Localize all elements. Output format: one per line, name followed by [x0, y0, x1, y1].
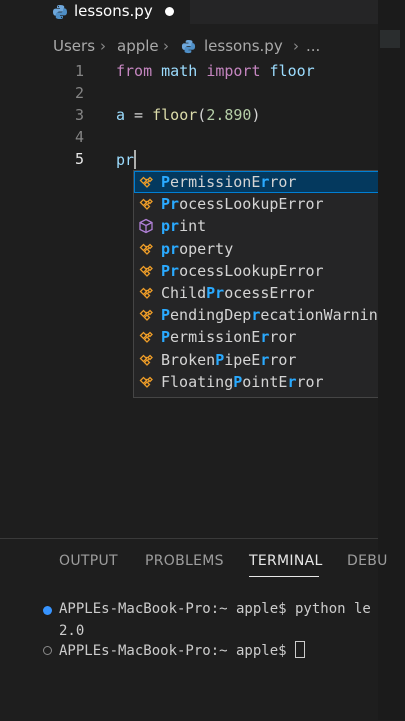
variable-a: a [116, 106, 126, 124]
class-icon [138, 352, 154, 368]
class-icon [138, 241, 154, 257]
suggestion-item[interactable]: BrokenPipeError [134, 349, 392, 371]
class-icon [138, 285, 154, 301]
suggestion-item[interactable]: PermissionError [134, 171, 392, 194]
line-number: 1 [74, 62, 84, 80]
terminal-cursor [295, 641, 306, 658]
active-tab-indicator [249, 576, 319, 577]
tab-output[interactable]: OUTPUT [59, 553, 118, 569]
suggestion-item[interactable]: FloatingPointError [134, 371, 392, 393]
line-number-active: 5 [74, 150, 84, 168]
suggestion-item[interactable]: PendingDeprecationWarning [134, 304, 392, 326]
autocomplete-list[interactable]: PermissionError ProcessLookupError print pr… [133, 170, 393, 398]
breadcrumb-users[interactable]: Users [53, 37, 95, 55]
command-pending-dot-icon[interactable] [43, 646, 52, 655]
imported-name: floor [269, 62, 315, 80]
suggestion-item[interactable]: property [134, 238, 392, 260]
breadcrumb-file[interactable]: lessons.py [204, 37, 283, 55]
breadcrumb-apple[interactable]: apple [117, 37, 159, 55]
line-number: 2 [74, 84, 84, 102]
suggestion-item[interactable]: ChildProcessError [134, 282, 392, 304]
paren-open: ( [197, 106, 207, 124]
tab-bar: lessons.py [0, 0, 378, 24]
line-number: 4 [74, 128, 84, 146]
chevron-right-icon: › [100, 37, 106, 55]
tab-problems[interactable]: PROBLEMS [145, 553, 224, 569]
suggestion-label: ProcessLookupError [161, 261, 324, 280]
line-number: 3 [74, 106, 84, 124]
tab-terminal[interactable]: TERMINAL [249, 553, 323, 569]
chevron-right-icon: › [163, 37, 169, 55]
number-literal: 2.890 [206, 106, 252, 124]
suggestion-label: FloatingPointError [161, 372, 324, 391]
function-call: floor [152, 106, 198, 124]
tab-label: lessons.py [74, 2, 153, 20]
terminal-prompt-line[interactable]: APPLEs-MacBook-Pro:~ apple$ [59, 641, 306, 659]
tab-debug-console[interactable]: DEBU [347, 553, 388, 569]
assign-operator: = [125, 106, 153, 124]
suggestion-item[interactable]: PermissionError [134, 326, 392, 348]
class-icon [138, 307, 154, 323]
module-name: math [161, 62, 198, 80]
code-line-3[interactable]: a = floor(2.890) [116, 106, 261, 124]
class-icon [138, 374, 154, 390]
suggestion-label: PermissionError [161, 173, 297, 191]
scrollbar-thumb[interactable] [380, 30, 400, 48]
vertical-scrollbar[interactable] [378, 0, 405, 720]
cube-icon [138, 218, 154, 234]
keyword-import: import [206, 62, 261, 80]
keyword-from: from [116, 62, 153, 80]
suggestion-item[interactable]: ProcessLookupError [134, 260, 392, 282]
class-icon [138, 329, 154, 345]
python-file-icon [181, 39, 196, 54]
unsaved-dot-icon[interactable] [165, 7, 174, 16]
typed-text: pr [116, 151, 135, 169]
suggestion-label: print [161, 217, 207, 236]
suggestion-label: ChildProcessError [161, 283, 315, 302]
command-success-dot-icon[interactable] [43, 606, 52, 615]
suggestion-label: PendingDeprecationWarning [161, 306, 387, 325]
class-icon [138, 263, 154, 279]
text-cursor [134, 150, 137, 169]
bottom-panel: OUTPUT PROBLEMS TERMINAL DEBU APPLEs-Mac… [0, 538, 387, 721]
terminal-output-line: 2.0 [59, 623, 85, 639]
terminal-prompt: APPLEs-MacBook-Pro:~ apple$ [59, 643, 296, 659]
suggestion-label: PermissionError [161, 328, 297, 347]
code-line-5[interactable]: pr [116, 150, 137, 169]
terminal-line-1: APPLEs-MacBook-Pro:~ apple$ python le [59, 601, 371, 617]
python-file-icon [53, 5, 67, 19]
paren-close: ) [251, 106, 261, 124]
chevron-right-icon: › [293, 37, 299, 55]
suggestion-label: property [161, 239, 234, 258]
suggestion-label: BrokenPipeError [161, 350, 297, 369]
class-icon [138, 196, 154, 212]
suggestion-item[interactable]: print [134, 215, 392, 237]
breadcrumb-symbols[interactable]: ... [306, 37, 320, 55]
editor-tab-lessons[interactable]: lessons.py [0, 0, 190, 24]
class-icon [138, 174, 154, 190]
suggestion-item[interactable]: ProcessLookupError [134, 193, 392, 215]
code-line-1[interactable]: from math import floor [116, 62, 315, 80]
suggestion-label: ProcessLookupError [161, 195, 324, 214]
